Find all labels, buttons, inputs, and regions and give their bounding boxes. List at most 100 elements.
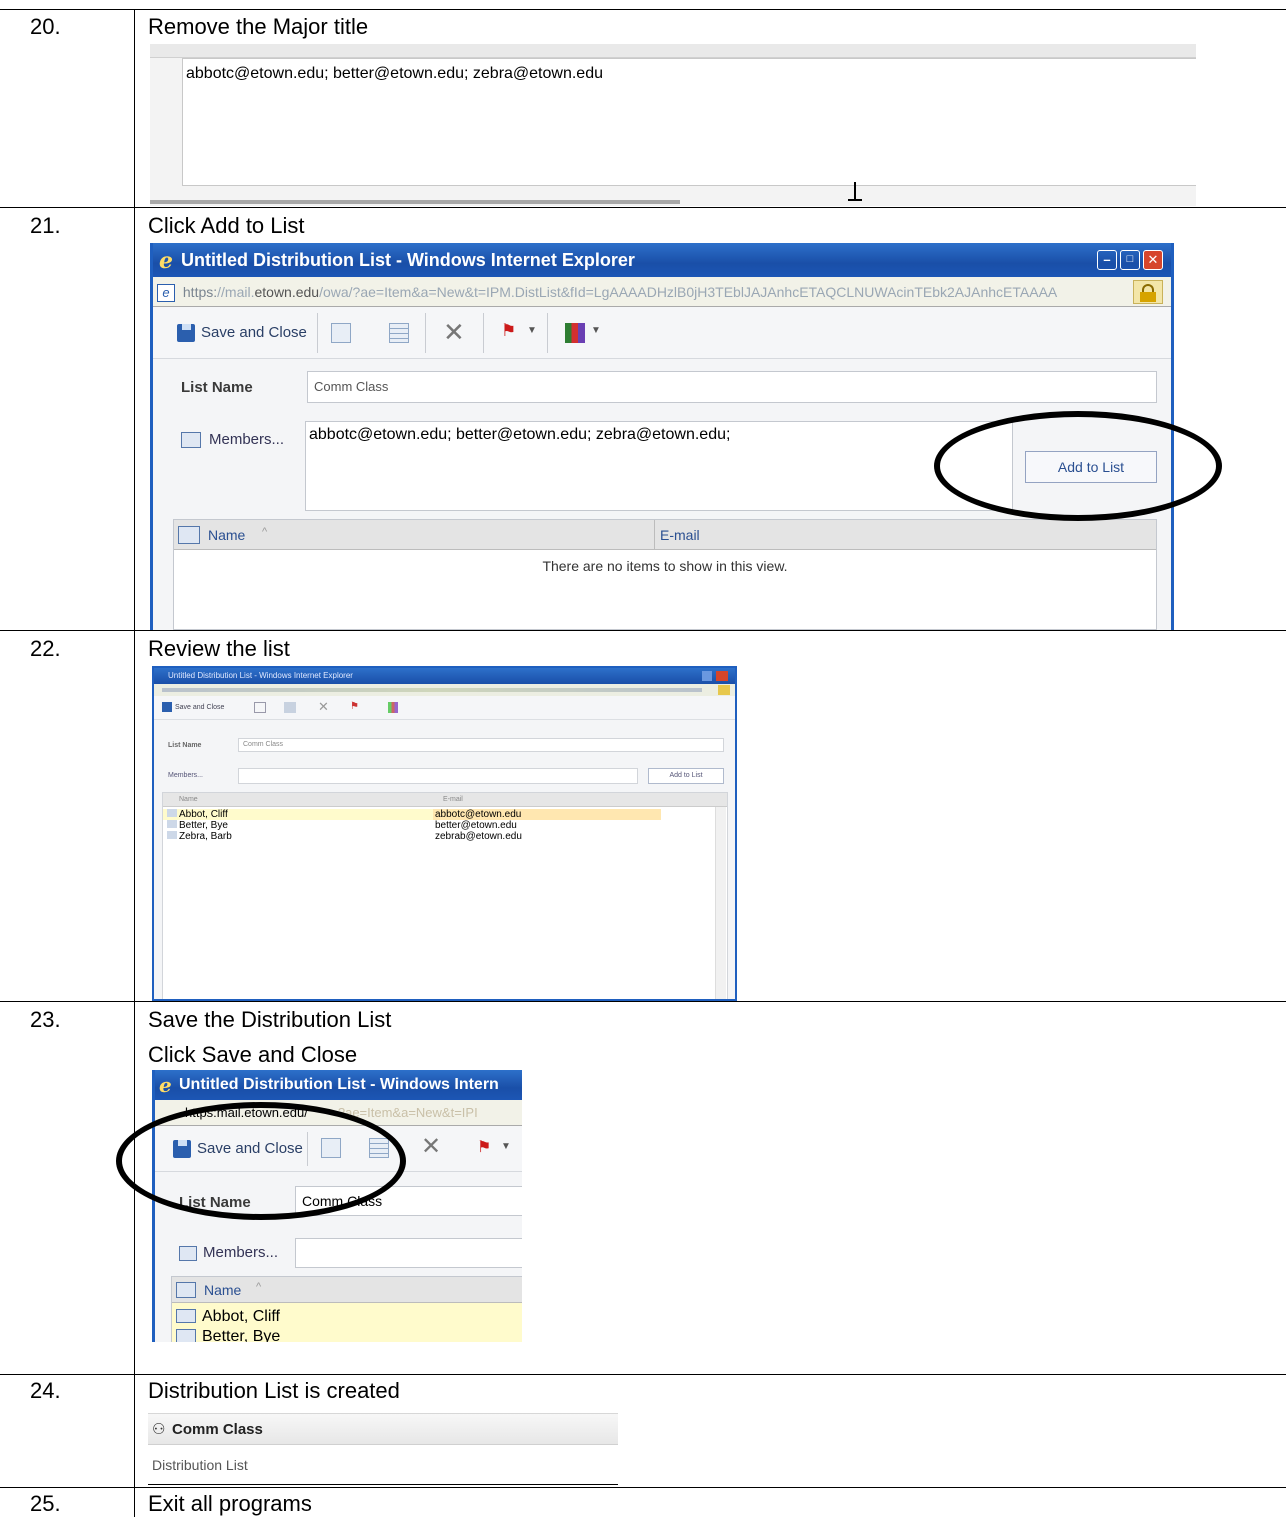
address-bar[interactable] [154,684,735,696]
save-and-close-button[interactable]: Save and Close [201,324,307,341]
sort-caret-icon: ^ [262,526,268,538]
table-row[interactable]: Abbot, Cliff [167,809,447,820]
address-bar[interactable]: e https://mail.etown.edu/owa/?ae=Item&a=… [153,277,1171,307]
contact-icon [167,809,177,817]
ie-logo-icon: e [159,248,173,274]
members-emails: abbotc@etown.edu; better@etown.edu; zebr… [186,65,603,82]
table-row[interactable]: Zebra, Barb [167,831,447,842]
table-row[interactable]: Better, Bye [176,1327,280,1342]
contact-icon [176,1282,196,1298]
horizontal-scrollbar[interactable] [150,200,680,204]
list-name-input[interactable]: Comm Class [307,371,1157,403]
maximize-icon[interactable] [702,671,712,681]
step-text-secondary: Click Save and Close [148,1042,358,1067]
window-title-bar: Untitled Distribution List - Windows Int… [154,668,735,684]
members-input[interactable]: abbotc@etown.edu; better@etown.edu; zebr… [305,421,1013,511]
member-name: Zebra, Barb [179,831,232,842]
print-icon[interactable] [331,323,351,343]
flag-icon[interactable]: ⚑ [477,1137,491,1157]
table-row[interactable]: Abbot, Cliff [176,1307,280,1327]
step-number: 21. [30,213,61,238]
step-text: Click Add to List [148,213,305,238]
window-title-bar: e Untitled Distribution List - Windows I… [155,1070,522,1100]
sort-caret-icon: ^ [256,1281,262,1293]
name-column-header[interactable]: Name [179,796,198,803]
close-icon[interactable]: ✕ [1143,250,1163,270]
minimize-icon[interactable]: – [1097,250,1117,270]
step-text: Exit all programs [148,1491,312,1516]
contact-icon [167,831,177,839]
name-column-header[interactable]: Name [204,1282,241,1298]
row-divider [0,630,1286,631]
members-input[interactable] [295,1238,522,1268]
lock-icon [718,685,730,695]
window-title-bar: e Untitled Distribution List - Windows I… [153,243,1171,277]
step-number: 23. [30,1007,61,1032]
chevron-down-icon[interactable]: ▼ [501,1141,511,1152]
members-textarea[interactable]: abbotc@etown.edu; better@etown.edu; zebr… [182,58,1196,186]
close-icon[interactable] [716,671,728,681]
chevron-down-icon[interactable]: ▼ [591,325,601,336]
member-email: zebrab@etown.edu [435,831,522,842]
calendar-icon[interactable] [389,323,409,343]
highlight-circle [116,1102,406,1220]
members-grid: Name ^ Abbot, Cliff Better, Bye [171,1276,522,1342]
members-button[interactable]: Members... [168,772,203,779]
toolbar: Save and Close ✕ ⚑ ▼ ▼ [153,307,1171,359]
print-icon[interactable] [254,702,266,713]
instruction-document: 20. Remove the Major title 21. Click Add… [0,0,1286,1517]
categories-icon[interactable] [388,702,398,713]
flag-icon[interactable]: ⚑ [501,321,516,341]
created-list-screenshot: ⚇ Comm Class Distribution List [148,1413,618,1485]
contact-icon [176,1329,196,1342]
calendar-icon[interactable] [284,702,296,713]
text-cursor-icon [848,182,862,202]
chevron-down-icon[interactable]: ▼ [527,325,537,336]
list-name-input[interactable]: Comm Class [238,738,724,752]
ie-page-icon: e [157,284,175,303]
window-title: Untitled Distribution List - Windows Int… [181,250,635,270]
categories-icon[interactable] [565,323,585,343]
table-border-top [0,9,1286,10]
save-and-close-button[interactable]: Save and Close [175,704,224,711]
member-name: Better, Bye [202,1328,281,1342]
email-column-header[interactable]: E-mail [443,796,463,803]
name-column-header[interactable]: Name [208,527,245,543]
add-to-list-button[interactable]: Add to List [648,768,724,784]
email-column-header[interactable]: E-mail [660,527,700,543]
delete-icon[interactable]: ✕ [443,317,465,348]
step-number: 20. [30,14,61,39]
address-book-icon[interactable] [181,432,201,448]
table-row[interactable]: Better, Bye [167,820,447,831]
step-text: Save the Distribution List [148,1007,392,1032]
members-input[interactable] [238,768,638,784]
list-name-label: List Name [181,379,253,396]
lock-icon[interactable] [1133,280,1163,304]
maximize-icon[interactable]: □ [1120,250,1140,270]
url-scheme: https: [182,284,218,300]
member-name: Better, Bye [179,820,228,831]
address-book-icon[interactable] [179,1246,197,1261]
grid-header: Name ^ E-mail [174,520,1156,550]
delete-icon[interactable]: ✕ [318,699,329,715]
list-type-label: Distribution List [152,1457,248,1473]
members-grid: Name ^ E-mail There are no items to show… [173,519,1157,630]
member-name: Abbot, Cliff [202,1308,280,1325]
row-divider [0,1374,1286,1375]
url-host: etown.edu [254,284,320,300]
members-button[interactable]: Members... [203,1244,278,1261]
step-text: Remove the Major title [148,14,369,39]
contact-icon [176,1309,196,1323]
member-name: Abbot, Cliff [179,809,228,820]
step-text: Review the list [148,636,290,661]
flag-icon[interactable]: ⚑ [350,701,359,712]
form-body: List Name Comm Class Members... Add to L… [154,720,735,999]
member-emails: abbotc@etown.edu better@etown.edu zebrab… [435,809,665,842]
list-header: ⚇ Comm Class [148,1413,618,1445]
delete-icon[interactable]: ✕ [421,1132,441,1161]
members-button[interactable]: Members... [209,431,284,448]
save-icon [177,324,195,342]
row-divider [0,207,1286,208]
members-grid: Name E-mail Abbot, Cliff Better, Bye Zeb… [162,792,728,999]
vertical-scrollbar[interactable] [715,807,726,999]
